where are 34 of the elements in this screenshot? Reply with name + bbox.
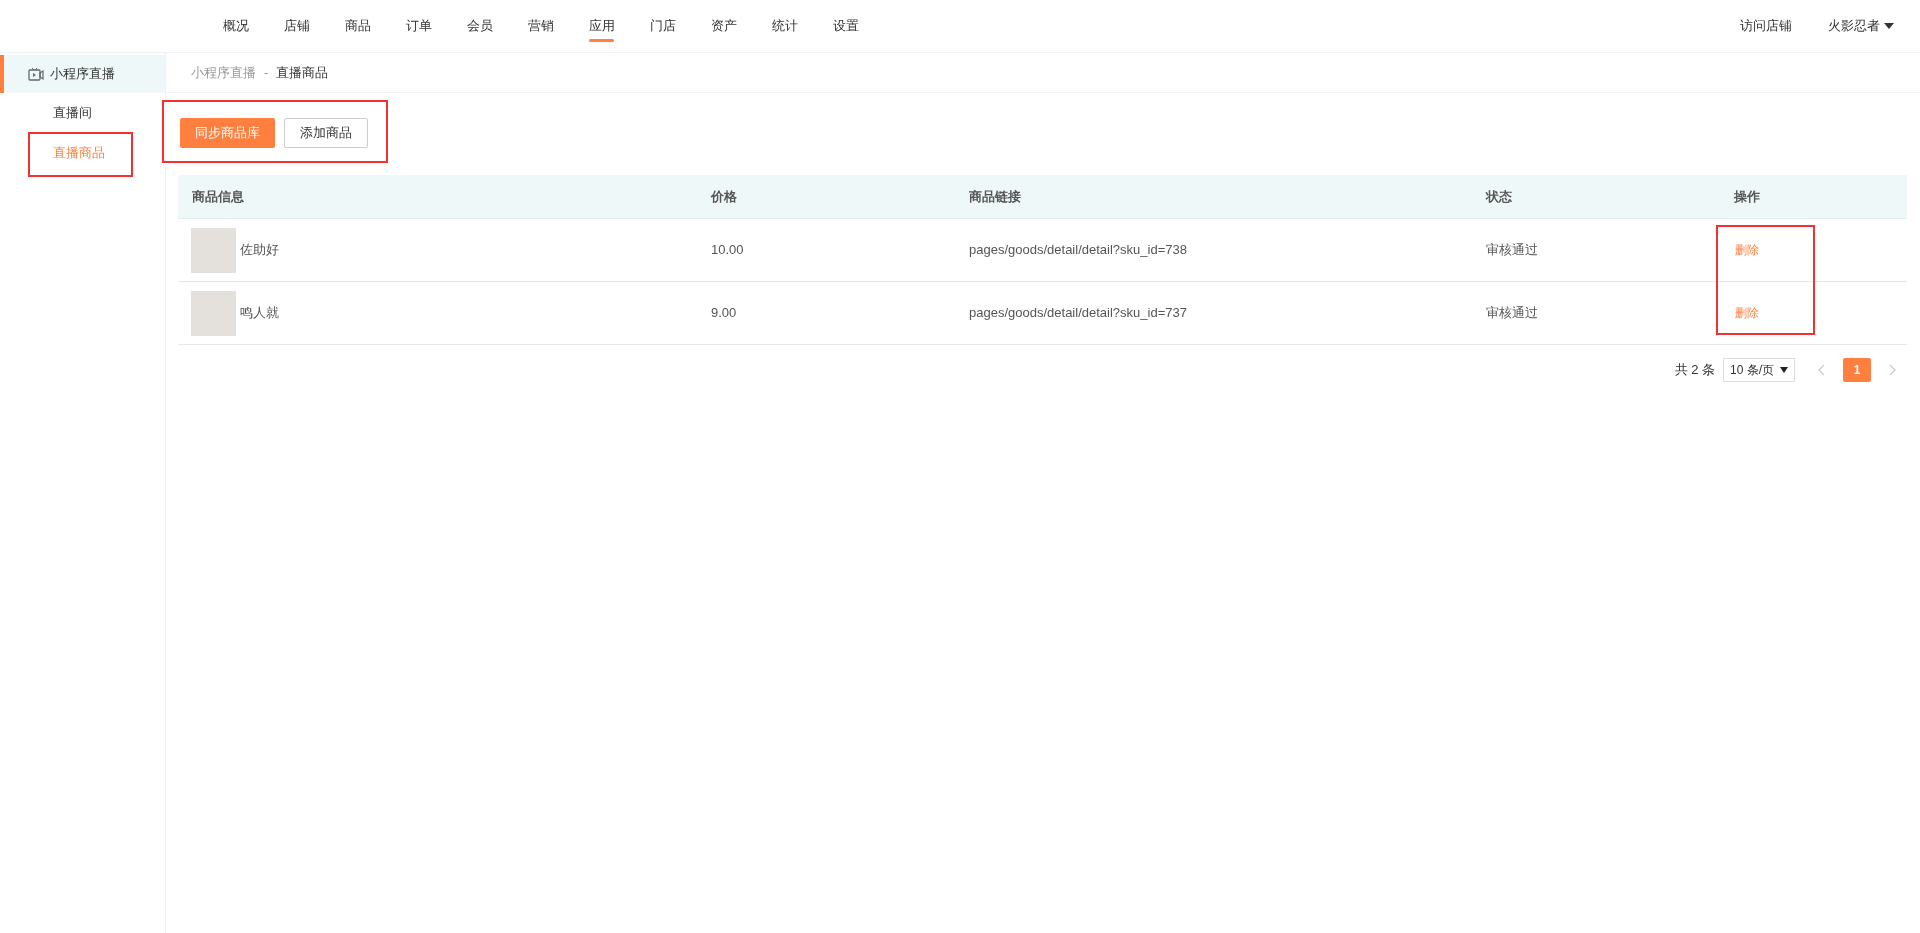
total-count: 共 2 条 (1674, 361, 1715, 380)
table-cell-text: 10.00 (711, 241, 744, 260)
column-header: 状态 (1486, 187, 1512, 206)
nav-tab[interactable]: 营销 (510, 0, 571, 52)
nav-tab[interactable]: 会员 (449, 0, 510, 52)
page-size-select[interactable]: 10 条/页 (1723, 358, 1795, 382)
nav-tab[interactable]: 门店 (632, 0, 693, 52)
table-cell-text: pages/goods/detail/detail?sku_id=738 (969, 241, 1187, 260)
table-cell-text: 9.00 (711, 304, 737, 323)
column-header: 操作 (1734, 187, 1760, 206)
nav-tab[interactable]: 概况 (205, 0, 266, 52)
nav-tab[interactable]: 统计 (754, 0, 815, 52)
column-header: 商品信息 (192, 187, 244, 206)
add-button[interactable]: 添加商品 (284, 118, 368, 148)
nav-tab[interactable]: 资产 (693, 0, 754, 52)
nav-tab[interactable]: 设置 (815, 0, 876, 52)
user-menu[interactable]: 火影忍者 (1828, 16, 1894, 36)
product-name: 鸣人就 (240, 304, 279, 323)
column-header: 商品链接 (969, 187, 1021, 206)
sidebar-title: 小程序直播 (50, 65, 115, 84)
sidebar-section-header[interactable]: 小程序直播 (0, 55, 165, 93)
table-cell-text: pages/goods/detail/detail?sku_id=737 (969, 304, 1187, 323)
breadcrumb-item: 直播商品 (276, 63, 329, 82)
table-cell-text: 审核通过 (1486, 304, 1538, 323)
column-header: 价格 (711, 187, 737, 206)
sidebar-item[interactable]: 直播间 (0, 93, 165, 133)
nav-tab[interactable]: 订单 (388, 0, 449, 52)
product-name: 佐助好 (240, 241, 279, 260)
table-cell-text: 审核通过 (1486, 241, 1538, 260)
nav-tab[interactable]: 店铺 (266, 0, 327, 52)
visit-store-link[interactable]: 访问店铺 (1740, 16, 1792, 36)
nav-tab[interactable]: 商品 (327, 0, 388, 52)
nav-tab[interactable]: 应用 (571, 0, 632, 52)
breadcrumb-separator: - (264, 63, 269, 82)
